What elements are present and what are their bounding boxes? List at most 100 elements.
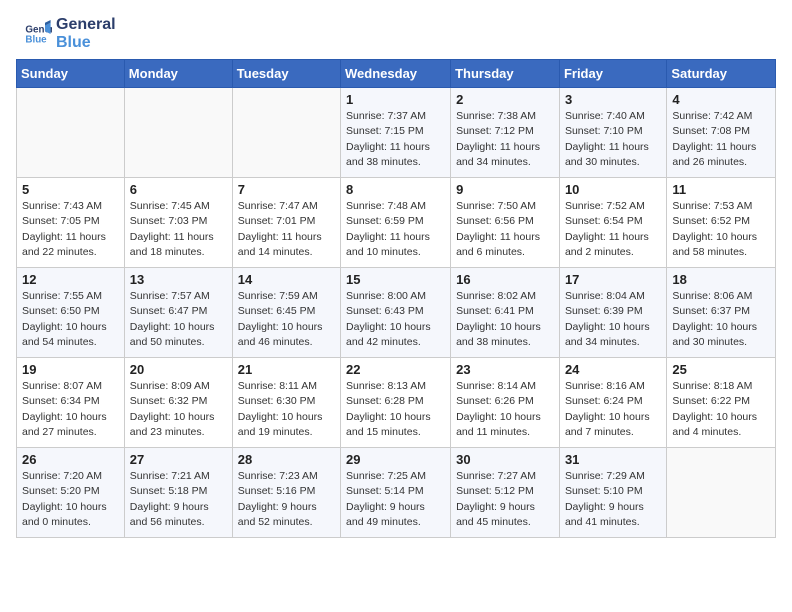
day-info: Sunrise: 7:38 AM Sunset: 7:12 PM Dayligh… [456,109,554,170]
weekday-header-row: SundayMondayTuesdayWednesdayThursdayFrid… [17,60,776,88]
logo-icon: General Blue [24,20,52,48]
calendar-cell: 22 Sunrise: 8:13 AM Sunset: 6:28 PM Dayli… [341,358,451,448]
day-number: 21 [238,362,335,377]
day-number: 23 [456,362,554,377]
calendar-cell: 15 Sunrise: 8:00 AM Sunset: 6:43 PM Dayli… [341,268,451,358]
day-info: Sunrise: 7:55 AM Sunset: 6:50 PM Dayligh… [22,289,119,350]
calendar-cell: 9Sunrise: 7:50 AM Sunset: 6:56 PM Daylig… [451,178,560,268]
day-number: 12 [22,272,119,287]
day-number: 5 [22,182,119,197]
day-info: Sunrise: 8:00 AM Sunset: 6:43 PM Dayligh… [346,289,445,350]
day-number: 7 [238,182,335,197]
day-number: 26 [22,452,119,467]
calendar-cell: 28Sunrise: 7:23 AM Sunset: 5:16 PM Dayli… [232,448,340,538]
day-info: Sunrise: 8:11 AM Sunset: 6:30 PM Dayligh… [238,379,335,440]
calendar-cell: 24Sunrise: 8:16 AM Sunset: 6:24 PM Dayli… [559,358,666,448]
calendar-cell: 27 Sunrise: 7:21 AM Sunset: 5:18 PM Dayli… [124,448,232,538]
calendar-cell: 3Sunrise: 7:40 AM Sunset: 7:10 PM Daylig… [559,88,666,178]
day-number: 14 [238,272,335,287]
weekday-header-saturday: Saturday [667,60,776,88]
day-info: Sunrise: 7:37 AM Sunset: 7:15 PM Dayligh… [346,109,445,170]
day-info: Sunrise: 8:13 AM Sunset: 6:28 PM Dayligh… [346,379,445,440]
calendar-cell: 19Sunrise: 8:07 AM Sunset: 6:34 PM Dayli… [17,358,125,448]
calendar-cell [232,88,340,178]
day-info: Sunrise: 7:59 AM Sunset: 6:45 PM Dayligh… [238,289,335,350]
logo-blue: Blue [56,34,116,52]
calendar-cell: 17 Sunrise: 8:04 AM Sunset: 6:39 PM Dayli… [559,268,666,358]
calendar-cell: 16 Sunrise: 8:02 AM Sunset: 6:41 PM Dayli… [451,268,560,358]
day-info: Sunrise: 8:04 AM Sunset: 6:39 PM Dayligh… [565,289,661,350]
day-info: Sunrise: 8:06 AM Sunset: 6:37 PM Dayligh… [672,289,770,350]
day-number: 3 [565,92,661,107]
day-number: 10 [565,182,661,197]
day-info: Sunrise: 7:48 AM Sunset: 6:59 PM Dayligh… [346,199,445,260]
day-number: 27 [130,452,227,467]
day-info: Sunrise: 7:43 AM Sunset: 7:05 PM Dayligh… [22,199,119,260]
day-info: Sunrise: 7:25 AM Sunset: 5:14 PM Dayligh… [346,469,445,530]
weekday-header-sunday: Sunday [17,60,125,88]
calendar-cell: 30Sunrise: 7:27 AM Sunset: 5:12 PM Dayli… [451,448,560,538]
day-info: Sunrise: 8:18 AM Sunset: 6:22 PM Dayligh… [672,379,770,440]
day-number: 29 [346,452,445,467]
day-number: 31 [565,452,661,467]
day-number: 22 [346,362,445,377]
day-info: Sunrise: 7:52 AM Sunset: 6:54 PM Dayligh… [565,199,661,260]
day-info: Sunrise: 7:53 AM Sunset: 6:52 PM Dayligh… [672,199,770,260]
calendar-cell: 10 Sunrise: 7:52 AM Sunset: 6:54 PM Dayli… [559,178,666,268]
svg-text:Blue: Blue [25,34,47,45]
day-number: 8 [346,182,445,197]
calendar-cell: 6 Sunrise: 7:45 AM Sunset: 7:03 PM Daylig… [124,178,232,268]
day-number: 25 [672,362,770,377]
calendar-cell: 5 Sunrise: 7:43 AM Sunset: 7:05 PM Daylig… [17,178,125,268]
day-info: Sunrise: 7:21 AM Sunset: 5:18 PM Dayligh… [130,469,227,530]
calendar-cell: 20 Sunrise: 8:09 AM Sunset: 6:32 PM Dayli… [124,358,232,448]
calendar-cell: 14 Sunrise: 7:59 AM Sunset: 6:45 PM Dayli… [232,268,340,358]
day-info: Sunrise: 7:45 AM Sunset: 7:03 PM Dayligh… [130,199,227,260]
day-number: 6 [130,182,227,197]
day-info: Sunrise: 7:29 AM Sunset: 5:10 PM Dayligh… [565,469,661,530]
calendar-cell: 26 Sunrise: 7:20 AM Sunset: 5:20 PM Dayli… [17,448,125,538]
calendar-cell: 13Sunrise: 7:57 AM Sunset: 6:47 PM Dayli… [124,268,232,358]
header: General Blue General Blue [0,0,792,59]
day-number: 13 [130,272,227,287]
calendar-week-row: 12 Sunrise: 7:55 AM Sunset: 6:50 PM Dayli… [17,268,776,358]
day-number: 2 [456,92,554,107]
day-number: 18 [672,272,770,287]
day-info: Sunrise: 7:20 AM Sunset: 5:20 PM Dayligh… [22,469,119,530]
day-number: 15 [346,272,445,287]
day-number: 28 [238,452,335,467]
day-number: 11 [672,182,770,197]
calendar-cell: 21 Sunrise: 8:11 AM Sunset: 6:30 PM Dayli… [232,358,340,448]
day-info: Sunrise: 7:50 AM Sunset: 6:56 PM Dayligh… [456,199,554,260]
day-info: Sunrise: 8:14 AM Sunset: 6:26 PM Dayligh… [456,379,554,440]
weekday-header-tuesday: Tuesday [232,60,340,88]
calendar-week-row: 26 Sunrise: 7:20 AM Sunset: 5:20 PM Dayli… [17,448,776,538]
calendar-week-row: 5 Sunrise: 7:43 AM Sunset: 7:05 PM Daylig… [17,178,776,268]
calendar-cell: 18 Sunrise: 8:06 AM Sunset: 6:37 PM Dayli… [667,268,776,358]
day-info: Sunrise: 8:16 AM Sunset: 6:24 PM Dayligh… [565,379,661,440]
calendar-cell: 25 Sunrise: 8:18 AM Sunset: 6:22 PM Dayli… [667,358,776,448]
calendar-week-row: 1 Sunrise: 7:37 AM Sunset: 7:15 PM Daylig… [17,88,776,178]
calendar-cell [17,88,125,178]
calendar-cell: 23 Sunrise: 8:14 AM Sunset: 6:26 PM Dayli… [451,358,560,448]
calendar-cell: 29 Sunrise: 7:25 AM Sunset: 5:14 PM Dayli… [341,448,451,538]
calendar-cell: 12 Sunrise: 7:55 AM Sunset: 6:50 PM Dayli… [17,268,125,358]
day-number: 20 [130,362,227,377]
day-number: 17 [565,272,661,287]
calendar-cell [667,448,776,538]
day-number: 16 [456,272,554,287]
calendar-cell: 8 Sunrise: 7:48 AM Sunset: 6:59 PM Daylig… [341,178,451,268]
calendar-cell [124,88,232,178]
day-info: Sunrise: 7:42 AM Sunset: 7:08 PM Dayligh… [672,109,770,170]
calendar-cell: 1 Sunrise: 7:37 AM Sunset: 7:15 PM Daylig… [341,88,451,178]
day-number: 1 [346,92,445,107]
calendar-cell: 31 Sunrise: 7:29 AM Sunset: 5:10 PM Dayli… [559,448,666,538]
day-info: Sunrise: 8:09 AM Sunset: 6:32 PM Dayligh… [130,379,227,440]
logo-general: General [56,16,116,34]
weekday-header-thursday: Thursday [451,60,560,88]
day-number: 30 [456,452,554,467]
calendar-wrapper: SundayMondayTuesdayWednesdayThursdayFrid… [0,59,792,554]
day-info: Sunrise: 8:02 AM Sunset: 6:41 PM Dayligh… [456,289,554,350]
weekday-header-monday: Monday [124,60,232,88]
day-info: Sunrise: 7:47 AM Sunset: 7:01 PM Dayligh… [238,199,335,260]
